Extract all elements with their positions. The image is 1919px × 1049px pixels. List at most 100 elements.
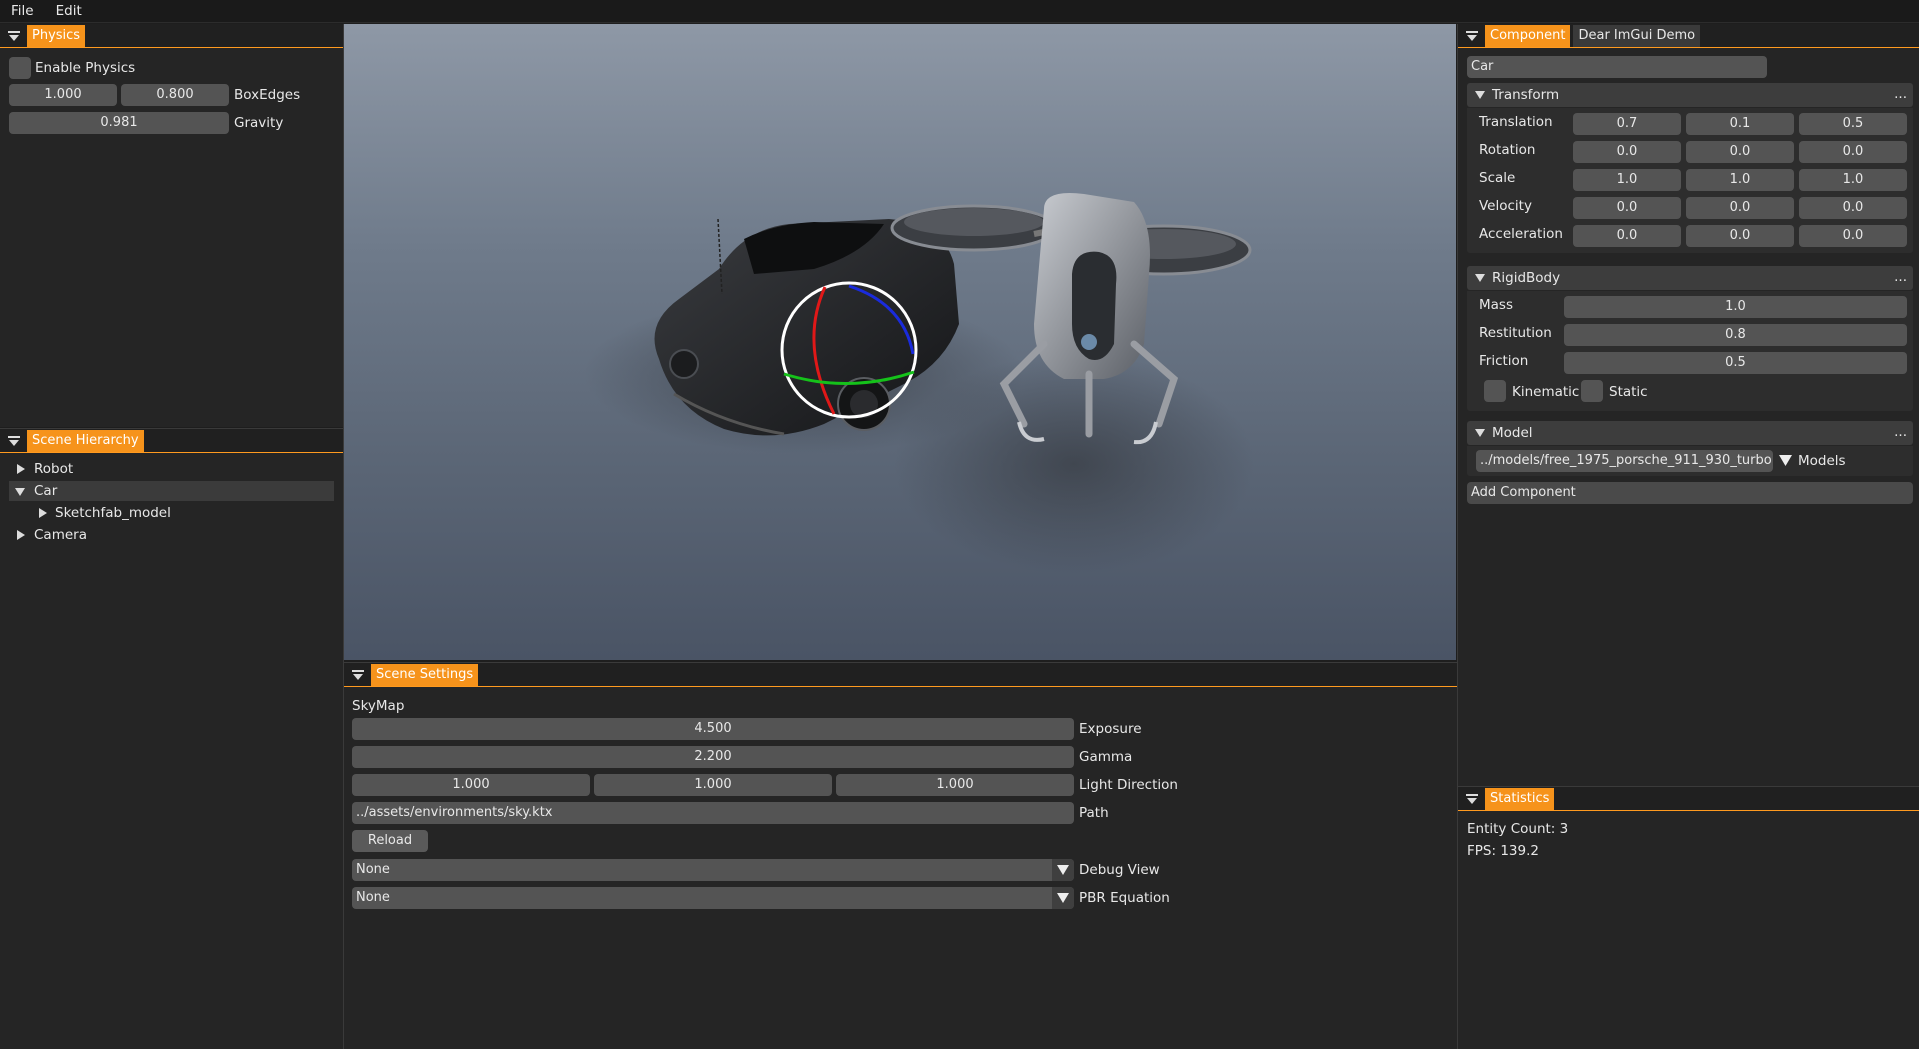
exposure-field[interactable]: 4.500 [352, 718, 1074, 740]
box-edges-x-field[interactable]: 1.000 [9, 84, 117, 106]
light-direction-y-field[interactable]: 1.000 [594, 774, 832, 796]
friction-field[interactable]: 0.5 [1564, 352, 1907, 374]
tree-item-label: Camera [34, 527, 87, 543]
velocity-label: Velocity [1479, 198, 1532, 214]
tab-scene-hierarchy[interactable]: Scene Hierarchy [27, 430, 144, 452]
entity-count-text: Entity Count: 3 [1467, 821, 1569, 837]
tab-scene-settings[interactable]: Scene Settings [371, 664, 479, 686]
collapse-arrow-icon [1475, 91, 1485, 99]
model-path-value: ../models/free_1975_porsche_911_930_turb… [1480, 453, 1772, 468]
scene-settings-panel: Scene Settings SkyMap 4.500 Exposure 2.2… [344, 662, 1457, 1049]
velocity-z-field[interactable]: 0.0 [1799, 197, 1907, 219]
scene-render [584, 193, 1254, 574]
mass-field[interactable]: 1.0 [1564, 296, 1907, 318]
entity-name-input[interactable]: Car [1467, 56, 1767, 78]
expand-arrow-icon[interactable] [38, 508, 48, 518]
tree-item-label: Robot [34, 461, 74, 477]
scale-y-field[interactable]: 1.0 [1686, 169, 1794, 191]
acceleration-y-field[interactable]: 0.0 [1686, 225, 1794, 247]
path-input[interactable]: ../assets/environments/sky.ktx [352, 802, 1074, 824]
debug-view-select[interactable]: None [352, 859, 1074, 881]
tree-item-sketchfab-model[interactable]: Sketchfab_model [31, 503, 334, 523]
tree-item-car[interactable]: Car [9, 481, 334, 501]
component-panel-header: Component Dear ImGui Demo [1458, 24, 1919, 48]
expand-arrow-icon[interactable] [16, 530, 26, 540]
dropdown-arrow-icon[interactable] [1052, 887, 1074, 909]
scene-settings-header: Scene Settings [344, 663, 1457, 687]
transform-title: Transform [1492, 87, 1560, 103]
static-label: Static [1609, 384, 1648, 400]
light-direction-x-field[interactable]: 1.000 [352, 774, 590, 796]
collapse-icon[interactable] [1464, 788, 1480, 810]
velocity-x-field[interactable]: 0.0 [1573, 197, 1681, 219]
light-direction-label: Light Direction [1079, 777, 1178, 793]
scale-label: Scale [1479, 170, 1516, 186]
add-component-button[interactable]: Add Component [1467, 482, 1913, 504]
model-more-button[interactable]: ... [1894, 421, 1907, 443]
rotation-y-field[interactable]: 0.0 [1686, 141, 1794, 163]
rigidbody-more-button[interactable]: ... [1894, 266, 1907, 288]
dropdown-arrow-icon[interactable] [1779, 455, 1792, 466]
component-panel: Component Dear ImGui Demo Car Transform … [1458, 24, 1919, 786]
collapse-arrow-icon[interactable] [15, 487, 25, 497]
restitution-field[interactable]: 0.8 [1564, 324, 1907, 346]
rotation-z-field[interactable]: 0.0 [1799, 141, 1907, 163]
friction-label: Friction [1479, 353, 1529, 369]
box-edges-y-field[interactable]: 0.800 [121, 84, 229, 106]
scale-z-field[interactable]: 1.0 [1799, 169, 1907, 191]
tab-statistics[interactable]: Statistics [1485, 788, 1555, 810]
rotation-x-field[interactable]: 0.0 [1573, 141, 1681, 163]
translation-y-field[interactable]: 0.1 [1686, 113, 1794, 135]
debug-view-label: Debug View [1079, 862, 1160, 878]
box-edges-label: BoxEdges [234, 87, 301, 103]
rigidbody-body: Mass 1.0 Restitution 0.8 Friction 0.5 Ki… [1467, 291, 1913, 411]
physics-panel-header: Physics [0, 24, 343, 48]
menu-file[interactable]: File [0, 0, 45, 23]
acceleration-z-field[interactable]: 0.0 [1799, 225, 1907, 247]
kinematic-label: Kinematic [1512, 384, 1580, 400]
fps-text: FPS: 139.2 [1467, 843, 1539, 859]
model-section-header[interactable]: Model ... [1467, 421, 1913, 445]
scene-hierarchy-header: Scene Hierarchy [0, 429, 343, 453]
kinematic-checkbox[interactable] [1484, 380, 1506, 402]
pbr-equation-value: None [356, 890, 390, 905]
translation-x-field[interactable]: 0.7 [1573, 113, 1681, 135]
tree-item-camera[interactable]: Camera [9, 525, 334, 545]
collapse-icon[interactable] [350, 664, 366, 686]
gamma-field[interactable]: 2.200 [352, 746, 1074, 768]
rotation-label: Rotation [1479, 142, 1536, 158]
scene-viewport[interactable] [344, 24, 1456, 660]
enable-physics-checkbox[interactable] [9, 57, 31, 79]
reload-button[interactable]: Reload [352, 830, 428, 852]
rigidbody-title: RigidBody [1492, 270, 1561, 286]
expand-arrow-icon[interactable] [16, 464, 26, 474]
velocity-y-field[interactable]: 0.0 [1686, 197, 1794, 219]
menu-edit[interactable]: Edit [45, 0, 93, 23]
light-direction-z-field[interactable]: 1.000 [836, 774, 1074, 796]
gamma-label: Gamma [1079, 749, 1133, 765]
scale-x-field[interactable]: 1.0 [1573, 169, 1681, 191]
tab-physics[interactable]: Physics [27, 25, 86, 47]
statistics-header: Statistics [1458, 787, 1919, 811]
gravity-field[interactable]: 0.981 [9, 112, 229, 134]
mass-label: Mass [1479, 297, 1513, 313]
enable-physics-label: Enable Physics [35, 60, 136, 76]
transform-more-button[interactable]: ... [1894, 83, 1907, 105]
collapse-icon[interactable] [6, 430, 22, 452]
dropdown-arrow-icon[interactable] [1052, 859, 1074, 881]
model-body: ../models/free_1975_porsche_911_930_turb… [1467, 446, 1913, 476]
tree-item-robot[interactable]: Robot [9, 459, 334, 479]
pbr-equation-select[interactable]: None [352, 887, 1074, 909]
tab-imgui-demo[interactable]: Dear ImGui Demo [1573, 25, 1701, 47]
collapse-icon[interactable] [1464, 25, 1480, 47]
collapse-icon[interactable] [6, 25, 22, 47]
debug-view-value: None [356, 862, 390, 877]
acceleration-x-field[interactable]: 0.0 [1573, 225, 1681, 247]
transform-body: Translation 0.7 0.1 0.5 Rotation 0.0 0.0… [1467, 108, 1913, 253]
static-checkbox[interactable] [1581, 380, 1603, 402]
tab-component[interactable]: Component [1485, 25, 1571, 47]
translation-z-field[interactable]: 0.5 [1799, 113, 1907, 135]
model-path-select[interactable]: ../models/free_1975_porsche_911_930_turb… [1476, 450, 1773, 472]
transform-section-header[interactable]: Transform ... [1467, 83, 1913, 107]
rigidbody-section-header[interactable]: RigidBody ... [1467, 266, 1913, 290]
